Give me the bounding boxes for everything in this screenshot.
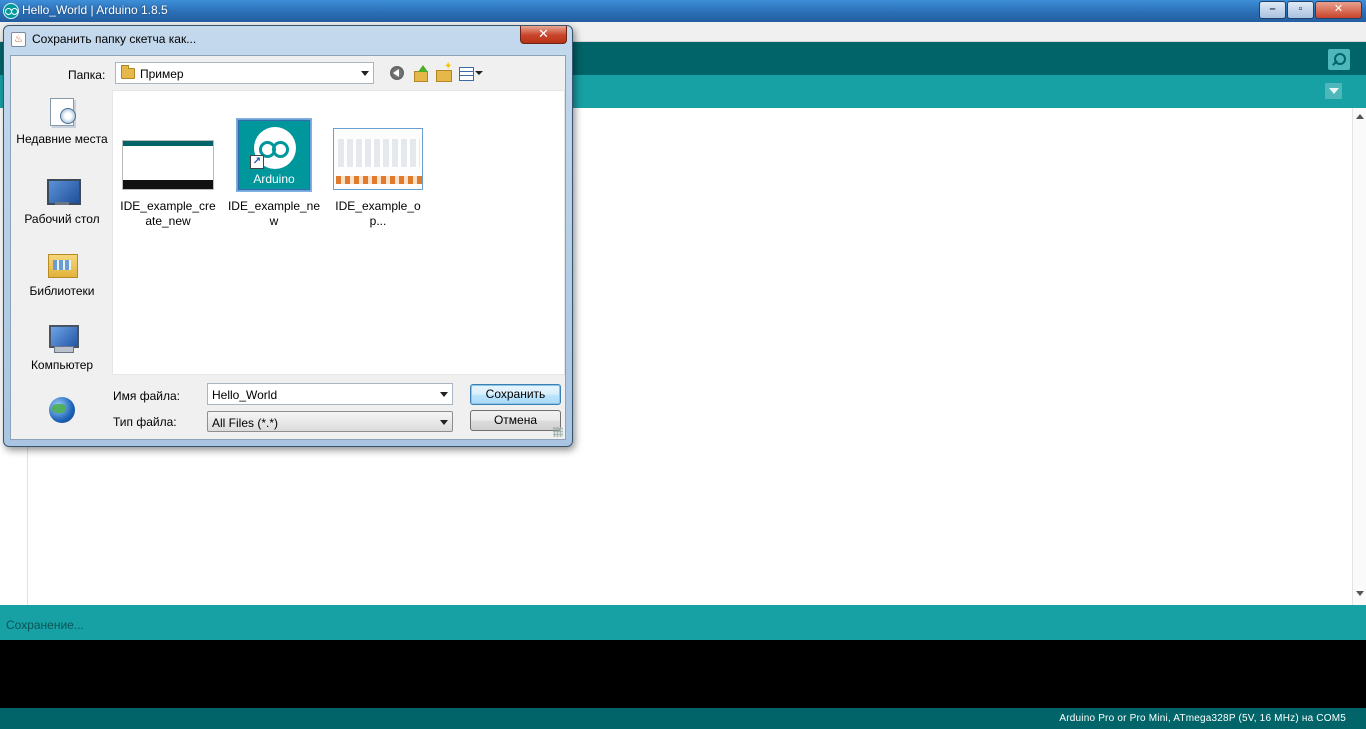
file-thumbnail	[122, 140, 214, 190]
new-folder-icon[interactable]	[435, 61, 453, 82]
file-item[interactable]: IDE_example_create_new	[119, 119, 217, 229]
arduino-thumbnail: Arduino ↗	[237, 119, 311, 191]
file-item[interactable]: IDE_example_op...	[329, 119, 427, 229]
file-item-selected[interactable]: Arduino ↗ IDE_example_new	[225, 119, 323, 229]
network-icon	[46, 394, 78, 426]
java-cup-icon: ♨	[11, 32, 26, 47]
place-label: Рабочий стол	[24, 212, 100, 226]
computer-icon	[46, 322, 79, 354]
desktop-icon	[46, 176, 81, 208]
dialog-close-button[interactable]: ✕	[520, 26, 567, 44]
arduino-app-icon	[3, 3, 19, 19]
file-type-label: Тип файла:	[113, 415, 177, 429]
console-output[interactable]	[0, 640, 1366, 708]
file-thumbnail	[333, 128, 423, 190]
look-in-label: Папка:	[68, 68, 106, 82]
board-info: Arduino Pro or Pro Mini, ATmega328P (5V,…	[1059, 713, 1346, 724]
minimize-button[interactable]: –	[1259, 1, 1286, 19]
resize-grip-icon[interactable]	[553, 427, 563, 437]
chevron-down-icon[interactable]	[361, 71, 369, 76]
folder-icon	[121, 65, 135, 79]
file-name-label: Имя файла:	[113, 389, 180, 403]
libraries-icon	[46, 248, 78, 280]
file-name: IDE_example_create_new	[120, 199, 216, 228]
file-type-select[interactable]: All Files (*.*)	[207, 411, 453, 432]
save-dialog: ♨ Сохранить папку скетча как... ✕ Папка:…	[3, 25, 573, 447]
view-menu-icon[interactable]	[458, 65, 484, 82]
look-in-value: Пример	[140, 67, 184, 81]
look-in-select[interactable]: Пример	[115, 62, 374, 84]
scroll-up-arrow-icon[interactable]	[1356, 114, 1364, 119]
scroll-down-arrow-icon[interactable]	[1356, 591, 1364, 596]
dialog-body: Папка: Пример Недавние места Рабочий сто…	[10, 55, 566, 440]
places-bar: Недавние места Рабочий стол Библиотеки К…	[15, 90, 109, 437]
file-name-input[interactable]: Hello_World	[207, 383, 453, 405]
cancel-button[interactable]: Отмена	[470, 410, 561, 431]
file-name-value: Hello_World	[212, 388, 278, 402]
recent-places-icon	[46, 96, 78, 128]
place-label: Компьютер	[30, 358, 94, 372]
place-recent[interactable]: Недавние места	[15, 96, 109, 147]
file-list[interactable]: IDE_example_create_new Arduino ↗ IDE_exa…	[112, 90, 565, 375]
editor-scrollbar[interactable]	[1352, 108, 1366, 605]
place-desktop[interactable]: Рабочий стол	[15, 176, 109, 227]
place-label: Библиотеки	[29, 284, 95, 298]
status-message: Сохранение...	[6, 618, 84, 632]
close-window-button[interactable]: ✕	[1315, 1, 1362, 19]
file-name: IDE_example_new	[227, 199, 321, 228]
place-libraries[interactable]: Библиотеки	[15, 248, 109, 299]
place-computer[interactable]: Компьютер	[15, 322, 109, 373]
status-bar: Сохранение...	[0, 605, 1366, 640]
dialog-title: Сохранить папку скетча как...	[32, 32, 197, 46]
serial-monitor-icon[interactable]	[1328, 49, 1350, 70]
back-icon[interactable]	[389, 65, 407, 82]
shortcut-arrow-icon: ↗	[250, 155, 264, 169]
thumbnail-label: Arduino	[253, 172, 295, 186]
place-label: Недавние места	[16, 132, 108, 146]
up-folder-icon[interactable]	[412, 65, 430, 82]
chevron-down-icon[interactable]	[440, 392, 448, 397]
chevron-down-icon[interactable]	[440, 420, 448, 425]
file-type-value: All Files (*.*)	[212, 416, 279, 430]
maximize-button[interactable]: ▫	[1287, 1, 1314, 19]
save-button[interactable]: Сохранить	[470, 384, 561, 405]
tab-menu-chevron-down-icon[interactable]	[1325, 83, 1342, 99]
window-titlebar: Hello_World | Arduino 1.8.5 – ▫ ✕	[0, 0, 1366, 22]
footer-bar: Arduino Pro or Pro Mini, ATmega328P (5V,…	[0, 708, 1366, 729]
file-name: IDE_example_op...	[335, 199, 421, 228]
window-title: Hello_World | Arduino 1.8.5	[22, 3, 168, 17]
place-network[interactable]	[15, 394, 109, 430]
